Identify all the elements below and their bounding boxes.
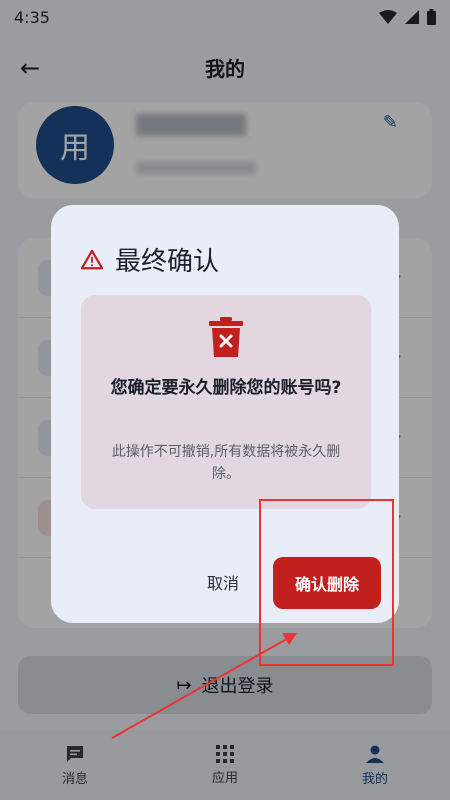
- annotation-highlight-box: [259, 499, 394, 666]
- status-bar: 4:35: [0, 0, 450, 34]
- warning-box: 您确定要永久删除您的账号吗? 此操作不可撤销,所有数据将被永久删除。: [81, 295, 371, 509]
- signal-icon: [405, 10, 419, 24]
- dialog-title: 最终确认: [115, 247, 220, 277]
- dialog-question: 您确定要永久删除您的账号吗?: [110, 378, 342, 398]
- status-time: 4:35: [14, 7, 50, 27]
- status-icons: [379, 9, 436, 25]
- battery-icon: [427, 9, 436, 25]
- dialog-header: 最终确认: [81, 241, 219, 278]
- dialog-description: 此操作不可撤销,所有数据将被永久删除。: [111, 444, 341, 482]
- wifi-icon: [379, 10, 397, 24]
- cancel-button[interactable]: 取消: [191, 568, 255, 600]
- warning-icon: [81, 249, 103, 269]
- trash-icon: [209, 317, 243, 357]
